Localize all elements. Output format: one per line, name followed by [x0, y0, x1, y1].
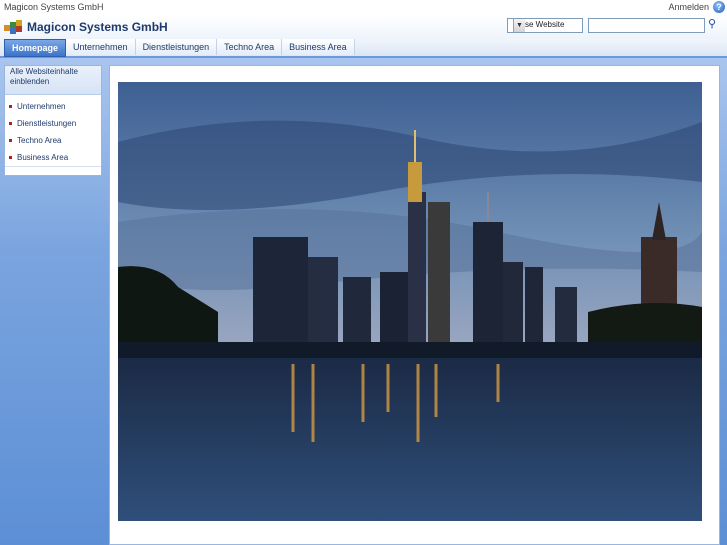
tab-business-area[interactable]: Business Area — [282, 39, 355, 55]
tab-unternehmen[interactable]: Unternehmen — [66, 39, 136, 55]
quicklaunch-item-dienstleistungen[interactable]: Dienstleistungen — [5, 115, 101, 132]
top-navigation: Homepage Unternehmen Dienstleistungen Te… — [0, 39, 727, 58]
tab-dienstleistungen[interactable]: Dienstleistungen — [135, 39, 218, 55]
search-icon[interactable]: ⚲ — [705, 17, 719, 31]
site-name[interactable]: Magicon Systems GmbH — [4, 2, 104, 12]
help-icon[interactable]: ? — [713, 1, 725, 13]
city-skyline-photo — [118, 82, 702, 521]
bullet-icon — [9, 105, 12, 108]
header: Magicon Systems GmbH Diese Website ▼ ⚲ — [0, 15, 727, 39]
view-all-site-content-link[interactable]: Alle Websiteinhalte einblenden — [5, 66, 101, 95]
quicklaunch-item-techno-area[interactable]: Techno Area — [5, 132, 101, 149]
signin-link[interactable]: Anmelden — [668, 2, 709, 12]
bullet-icon — [9, 156, 12, 159]
logo-icon — [4, 20, 22, 34]
divider — [5, 166, 101, 167]
bullet-icon — [9, 139, 12, 142]
main-content — [109, 65, 720, 545]
chevron-down-icon[interactable]: ▼ — [513, 19, 525, 32]
search-scope-dropdown[interactable]: Diese Website ▼ — [507, 18, 583, 33]
quicklaunch-item-unternehmen[interactable]: Unternehmen — [5, 98, 101, 115]
bullet-icon — [9, 122, 12, 125]
search-input[interactable] — [588, 18, 705, 33]
quicklaunch-item-business-area[interactable]: Business Area — [5, 149, 101, 166]
tab-homepage[interactable]: Homepage — [4, 39, 67, 57]
tab-techno-area[interactable]: Techno Area — [217, 39, 283, 55]
quick-launch: Alle Websiteinhalte einblenden Unternehm… — [4, 65, 102, 176]
top-bar: Magicon Systems GmbH Anmelden ? — [0, 0, 727, 15]
site-title[interactable]: Magicon Systems GmbH — [27, 20, 168, 34]
